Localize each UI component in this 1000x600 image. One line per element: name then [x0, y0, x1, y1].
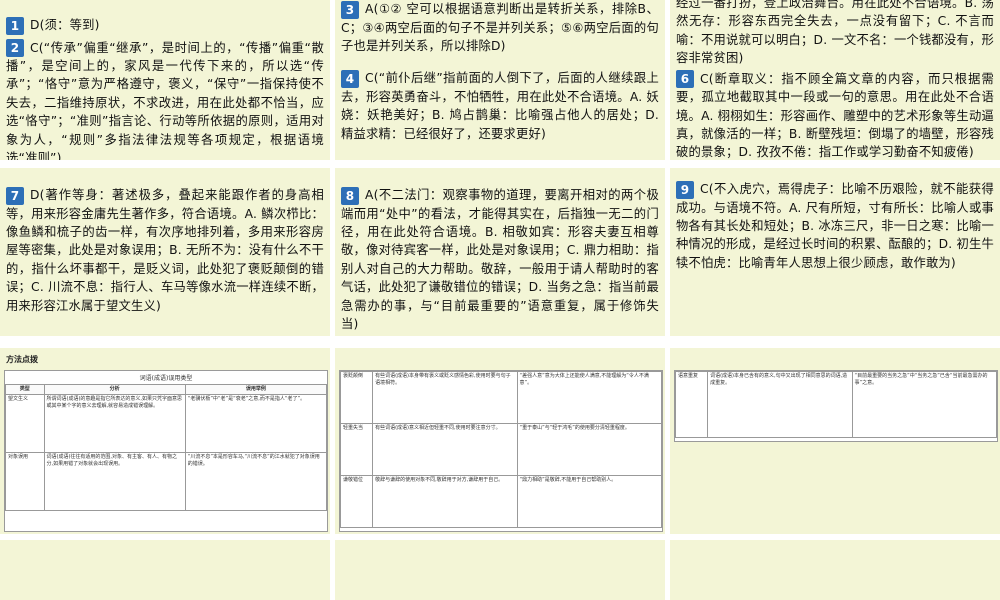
table-image: 词语(成语)误用类型 类型 分析 误用举例 望文生义 所谓词语(成语)的意趣是指…	[4, 370, 328, 532]
misuse-table: 语意重复 词语(成语)本身已含有的意义,句中又出现了相同意思的词语,造成重复。 …	[674, 371, 998, 438]
answer-block: 经过一番打扮，登上政治舞台。用在此处不合语境。B. 荡然无存：形容东西完全失去，…	[676, 0, 994, 160]
answer-text: A(不二法门：观察事物的道理，要离开相对的两个极端而用“处中”的看法，才能得其实…	[341, 188, 659, 331]
slide-answers-5-6: 经过一番打扮，登上政治舞台。用在此处不合语境。B. 荡然无存：形容东西完全失去，…	[670, 0, 1000, 160]
answer-text: C(不入虎穴，焉得虎子：比喻不历艰险，就不能获得成功。与语境不符。A. 尺有所短…	[676, 182, 994, 270]
slide-question-2	[335, 540, 665, 600]
answer-block: 3 A(①② 空可以根据语意判断出是转折关系，排除B、C；③④两空后面的句子不是并…	[341, 0, 659, 143]
slide-method-table-1: 方法点拨 词语(成语)误用类型 类型 分析 误用举例 望文生义 所谓词语(成语)…	[0, 348, 330, 534]
answer-item: 4 C(“前仆后继”指前面的人倒下了，后面的人继续跟上去，形容英勇奋斗，不怕牺牲，…	[341, 69, 659, 143]
question-3	[678, 546, 994, 562]
answer-item: 9 C(不入虎穴，焉得虎子：比喻不历艰险，就不能获得成功。与语境不符。A. 尺有所…	[676, 180, 994, 272]
misuse-table: 类型 分析 误用举例 望文生义 所谓词语(成语)的意趣是指它所表达的意义,如果只…	[5, 384, 328, 511]
answer-item: 2 C(“传承”偏重“继承”，是时间上的，“传播”偏重“散播”，是空间上的，家风是…	[6, 39, 324, 161]
table-cell: 褒贬颠倒	[339, 371, 374, 424]
table-cell: “目前最重要的当务之急”中“当务之急”已含“当前最急需办的事”之意。	[851, 371, 998, 438]
answer-text: D(著作等身：著述极多，叠起来能跟作者的身高相等，用来形容金庸先生著作多，符合语…	[6, 188, 324, 313]
table-cell: 有些词语(成语)意义相近但轻重不同,使用时要注意分寸。	[372, 423, 518, 476]
table-cell: “川流不息”本是形容车马,“川流不息”的江水就犯了对象误用的错误。	[184, 452, 328, 511]
number-badge: 2	[6, 39, 24, 57]
answer-text: C(断章取义：指不顾全篇文章的内容，而只根据需要，孤立地截取其中一段或一句的意思…	[676, 71, 994, 160]
slide-grid: 1 D(须：等到) 2 C(“传承”偏重“继承”，是时间上的，“传播”偏重“散播”，…	[0, 0, 1000, 600]
answer-text: C(“前仆后继”指前面的人倒下了，后面的人继续跟上去，形容英勇奋斗，不怕牺牲，用…	[341, 71, 659, 141]
answer-item: 3 A(①② 空可以根据语意判断出是转折关系，排除B、C；③④两空后面的句子不是并…	[341, 0, 659, 55]
slide-answer-8: 8 A(不二法门：观察事物的道理，要离开相对的两个极端而用“处中”的看法，才能得其…	[335, 168, 665, 336]
slide-method-table-3: 语意重复 词语(成语)本身已含有的意义,句中又出现了相同意思的词语,造成重复。 …	[670, 348, 1000, 534]
answer-text: C(“传承”偏重“继承”，是时间上的，“传播”偏重“散播”，是空间上的，家风是一…	[6, 40, 324, 161]
table-cell: 望文生义	[5, 394, 45, 453]
misuse-table: 褒贬颠倒 有些词语(成语)本身带有褒义或贬义感情色彩,使用时要与句子语境相符。 …	[339, 371, 663, 528]
table-row: 对象误用 词语(成语)往往有适用的范围,对象、有主客、有人、有物之分,如果用错了…	[5, 452, 328, 511]
answer-text: A(①② 空可以根据语意判断出是转折关系，排除B、C；③④两空后面的句子不是并列…	[341, 2, 659, 53]
table-header: 误用举例	[184, 384, 328, 395]
number-badge: 8	[341, 186, 359, 205]
table-cell: 有些词语(成语)本身带有褒义或贬义感情色彩,使用时要与句子语境相符。	[372, 371, 518, 424]
table-cell: “差强人意”意为大体上还能使人满意,不能理解为“令人不满意”。	[516, 371, 663, 424]
table-caption: 词语(成语)误用类型	[139, 375, 193, 382]
table-cell: 所谓词语(成语)的意趣是指它所表达的意义,如果只凭字面意思或其中某个字的意义去理…	[43, 394, 186, 453]
table-cell: 对象误用	[5, 452, 45, 511]
slide-method-table-2: 褒贬颠倒 有些词语(成语)本身带有褒义或贬义感情色彩,使用时要与句子语境相符。 …	[335, 348, 665, 534]
table-row: 褒贬颠倒 有些词语(成语)本身带有褒义或贬义感情色彩,使用时要与句子语境相符。 …	[339, 371, 663, 424]
slide-question-1	[0, 540, 330, 600]
number-badge: 1	[6, 16, 24, 35]
question-2	[343, 544, 659, 575]
method-heading: 方法点拨	[6, 355, 38, 364]
table-row: 望文生义 所谓词语(成语)的意趣是指它所表达的意义,如果只凭字面意思或其中某个字…	[5, 394, 328, 453]
table-header: 类型	[5, 384, 45, 395]
answer-text: D(须：等到)	[30, 18, 100, 32]
answer-continuation: 经过一番打扮，登上政治舞台。用在此处不合语境。B. 荡然无存：形容东西完全失去，…	[676, 0, 994, 66]
slide-answers-1-2: 1 D(须：等到) 2 C(“传承”偏重“继承”，是时间上的，“传播”偏重“散播”，…	[0, 0, 330, 160]
answer-block: 8 A(不二法门：观察事物的道理，要离开相对的两个极端而用“处中”的看法，才能得其…	[341, 186, 659, 333]
table-cell: 语意重复	[674, 371, 709, 438]
table-row: 语意重复 词语(成语)本身已含有的意义,句中又出现了相同意思的词语,造成重复。 …	[674, 371, 998, 438]
table-row: 轻重失当 有些词语(成语)意义相近但轻重不同,使用时要注意分寸。 “重于泰山”与…	[339, 423, 663, 476]
answer-block: 7 D(著作等身：著述极多，叠起来能跟作者的身高相等，用来形容金庸先生著作多，符合…	[6, 186, 324, 315]
table-header: 分析	[43, 384, 186, 395]
answer-item: 6 C(断章取义：指不顾全篇文章的内容，而只根据需要，孤立地截取其中一段或一句的意…	[676, 70, 994, 160]
number-badge: 7	[6, 186, 24, 205]
number-badge: 6	[676, 70, 694, 89]
table-cell: “老骥伏枥”中“老”是“衰老”之意,而不是指人“老了”。	[184, 394, 328, 453]
table-image: 褒贬颠倒 有些词语(成语)本身带有褒义或贬义感情色彩,使用时要与句子语境相符。 …	[339, 370, 663, 532]
table-cell: 词语(成语)往往有适用的范围,对象、有主客、有人、有物之分,如果用错了对象就会出…	[43, 452, 186, 511]
slide-answer-7: 7 D(著作等身：著述极多，叠起来能跟作者的身高相等，用来形容金庸先生著作多，符合…	[0, 168, 330, 336]
answer-item: 7 D(著作等身：著述极多，叠起来能跟作者的身高相等，用来形容金庸先生著作多，符合…	[6, 186, 324, 315]
answer-block: 9 C(不入虎穴，焉得虎子：比喻不历艰险，就不能获得成功。与语境不符。A. 尺有所…	[676, 180, 994, 272]
slide-answers-3-4: 3 A(①② 空可以根据语意判断出是转折关系，排除B、C；③④两空后面的句子不是并…	[335, 0, 665, 160]
table-cell: 谦敬错位	[339, 475, 374, 528]
table-cell: “重于泰山”与“轻于鸿毛”的使用要分清轻重程度。	[516, 423, 663, 476]
slide-answer-9: 9 C(不入虎穴，焉得虎子：比喻不历艰险，就不能获得成功。与语境不符。A. 尺有所…	[670, 168, 1000, 336]
number-badge: 9	[676, 180, 694, 199]
number-badge: 3	[341, 0, 359, 19]
table-cell: 词语(成语)本身已含有的意义,句中又出现了相同意思的词语,造成重复。	[707, 371, 853, 438]
slide-question-3	[670, 540, 1000, 600]
table-cell: 轻重失当	[339, 423, 374, 476]
answer-item: 1 D(须：等到)	[6, 16, 324, 35]
answer-block: 1 D(须：等到) 2 C(“传承”偏重“继承”，是时间上的，“传播”偏重“散播”，…	[6, 16, 324, 160]
table-cell: “鼎力相助”是敬辞,不能用于自己帮助别人。	[516, 475, 663, 528]
table-header-row: 类型 分析 误用举例	[5, 384, 328, 395]
table-row: 谦敬错位 敬辞与谦辞的使用对象不同,敬辞用于对方,谦辞用于自己。 “鼎力相助”是…	[339, 475, 663, 528]
table-image: 语意重复 词语(成语)本身已含有的意义,句中又出现了相同意思的词语,造成重复。 …	[674, 370, 998, 442]
answer-item: 8 A(不二法门：观察事物的道理，要离开相对的两个极端而用“处中”的看法，才能得其…	[341, 186, 659, 333]
number-badge: 4	[341, 69, 359, 88]
table-cell: 敬辞与谦辞的使用对象不同,敬辞用于对方,谦辞用于自己。	[372, 475, 518, 528]
question-options	[10, 576, 326, 593]
